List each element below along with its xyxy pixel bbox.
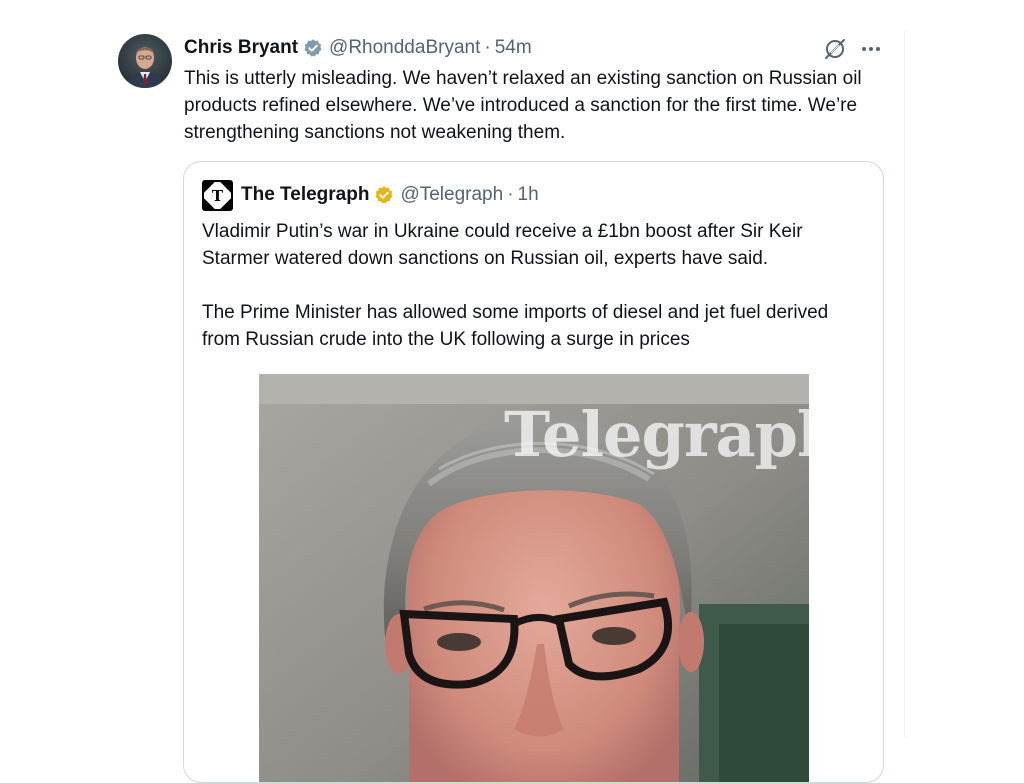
author-name[interactable]: Chris Bryant — [184, 37, 298, 59]
tweet-text: This is utterly misleading. We haven’t r… — [184, 68, 862, 143]
quoted-paragraph: The Prime Minister has allowed some impo… — [202, 302, 829, 350]
svg-text:T: T — [212, 187, 224, 205]
quoted-post-time[interactable]: 1h — [518, 184, 539, 206]
telegraph-logo-icon[interactable]: T — [202, 179, 233, 211]
grok-icon[interactable] — [823, 37, 847, 61]
quoted-paragraph: Vladimir Putin’s war in Ukraine could re… — [202, 221, 803, 269]
avatar-image — [118, 34, 172, 88]
image-watermark: Telegraph — [504, 398, 809, 471]
quoted-author-name[interactable]: The Telegraph — [241, 184, 369, 206]
tweet-header: Chris Bryant @RhonddaBryant · 54m — [184, 36, 532, 60]
tweet[interactable]: Chris Bryant @RhonddaBryant · 54m This i… — [0, 0, 1024, 783]
time-separator: · — [507, 184, 514, 205]
quoted-tweet-text: Vladimir Putin’s war in Ukraine could re… — [202, 218, 862, 353]
verified-badge-icon — [303, 38, 323, 58]
more-options-icon[interactable] — [859, 37, 883, 61]
quoted-tweet[interactable]: T The Telegraph @Telegraph · 1h Vladimir… — [183, 161, 884, 783]
post-time[interactable]: 54m — [495, 37, 532, 59]
verified-badge-icon — [374, 185, 394, 205]
time-separator: · — [484, 37, 491, 58]
quoted-tweet-header: T The Telegraph @Telegraph · 1h — [202, 179, 539, 211]
quoted-tweet-image[interactable]: Telegraph — [259, 374, 809, 782]
quoted-author-handle[interactable]: @Telegraph — [400, 184, 503, 206]
avatar[interactable] — [118, 34, 172, 88]
author-handle[interactable]: @RhonddaBryant — [329, 37, 480, 59]
